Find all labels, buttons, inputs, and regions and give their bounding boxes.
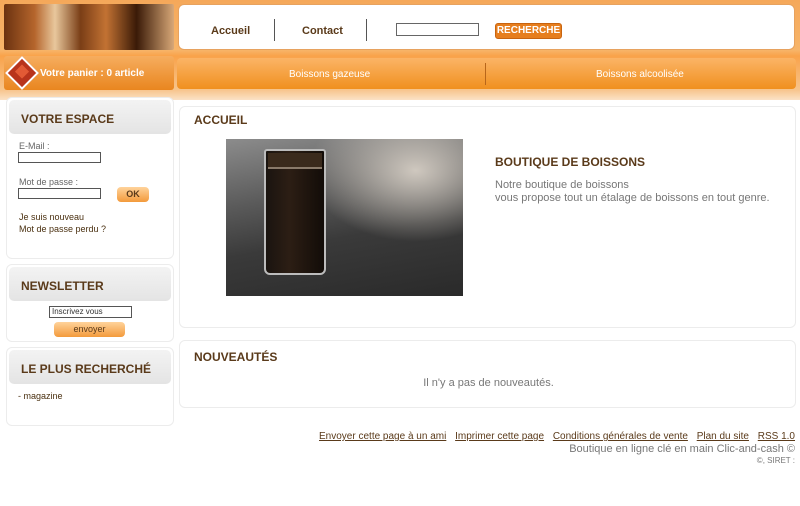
login-ok-button[interactable]: OK xyxy=(117,187,149,202)
footer-print-link[interactable]: Imprimer cette page xyxy=(455,431,544,442)
top-navigation-bar: Accueil Contact RECHERCHE xyxy=(178,4,795,50)
home-title: ACCUEIL xyxy=(194,113,248,127)
home-panel: ACCUEIL BOUTIQUE DE BOISSONS Notre bouti… xyxy=(179,106,796,328)
category-divider xyxy=(485,63,486,85)
new-user-link[interactable]: Je suis nouveau xyxy=(19,212,84,222)
account-box: VOTRE ESPACE E-Mail : Mot de passe : OK … xyxy=(6,97,174,259)
newsletter-box-title: NEWSLETTER xyxy=(21,279,104,293)
search-input[interactable] xyxy=(396,23,479,36)
nav-contact-link[interactable]: Contact xyxy=(302,25,343,37)
drink-photo xyxy=(226,139,463,296)
footer-links: Envoyer cette page à un ami Imprimer cet… xyxy=(313,431,795,442)
shop-description-line-1: Notre boutique de boissons xyxy=(495,179,629,191)
email-label: E-Mail : xyxy=(19,141,50,151)
new-products-panel: NOUVEAUTÉS Il n'y a pas de nouveautés. xyxy=(179,340,796,408)
nav-divider xyxy=(274,19,275,41)
newsletter-box-header: NEWSLETTER xyxy=(9,267,171,301)
newsletter-email-input[interactable]: Inscrivez vous xyxy=(49,306,132,318)
glass-of-soda-image xyxy=(264,149,326,275)
footer-credit: Boutique en ligne clé en main Clic-and-c… xyxy=(569,443,795,455)
cart-summary[interactable]: Votre panier : 0 article xyxy=(40,68,144,79)
account-box-header: VOTRE ESPACE xyxy=(9,100,171,134)
most-searched-box: LE PLUS RECHERCHÉ - magazine xyxy=(6,347,174,426)
shop-title: BOUTIQUE DE BOISSONS xyxy=(495,155,646,169)
search-button[interactable]: RECHERCHE xyxy=(495,23,562,39)
shop-description-line-2: vous propose tout un étalage de boissons… xyxy=(495,192,770,204)
newsletter-box: NEWSLETTER Inscrivez vous envoyer xyxy=(6,264,174,342)
password-label: Mot de passe : xyxy=(19,177,79,187)
footer-terms-link[interactable]: Conditions générales de vente xyxy=(553,431,688,442)
logo-banner-image xyxy=(4,4,174,50)
footer-siret: ©, SIRET : xyxy=(756,456,795,465)
category-bar: Boissons gazeuse Boissons alcoolisée xyxy=(177,58,796,89)
most-searched-item[interactable]: - magazine xyxy=(18,391,63,401)
nav-divider xyxy=(366,19,367,41)
account-box-title: VOTRE ESPACE xyxy=(21,112,115,126)
most-searched-box-title: LE PLUS RECHERCHÉ xyxy=(21,362,152,376)
new-products-title: NOUVEAUTÉS xyxy=(194,350,278,364)
cart-bar[interactable]: Votre panier : 0 article xyxy=(4,56,174,90)
footer-sitemap-link[interactable]: Plan du site xyxy=(697,431,749,442)
email-field[interactable] xyxy=(18,152,101,163)
category-alcohol-link[interactable]: Boissons alcoolisée xyxy=(596,69,684,80)
footer-rss-link[interactable]: RSS 1.0 xyxy=(758,431,795,442)
footer-send-to-friend-link[interactable]: Envoyer cette page à un ami xyxy=(319,431,446,442)
password-field[interactable] xyxy=(18,188,101,199)
lost-password-link[interactable]: Mot de passe perdu ? xyxy=(19,224,106,234)
category-soft-drinks-link[interactable]: Boissons gazeuse xyxy=(289,69,370,80)
newsletter-submit-button[interactable]: envoyer xyxy=(54,322,125,337)
no-new-products-message: Il n'y a pas de nouveautés. xyxy=(423,377,554,389)
nav-accueil-link[interactable]: Accueil xyxy=(211,25,250,37)
most-searched-box-header: LE PLUS RECHERCHÉ xyxy=(9,350,171,384)
cart-icon xyxy=(5,56,39,90)
